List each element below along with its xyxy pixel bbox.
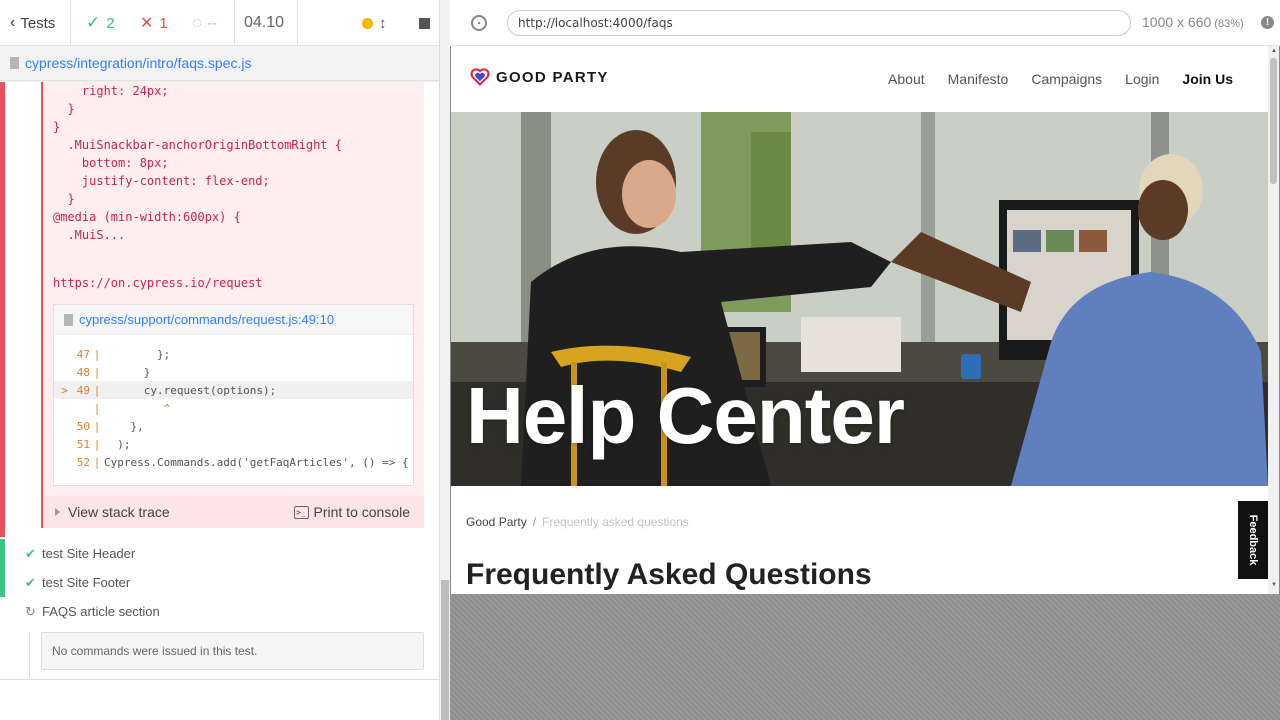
info-icon[interactable]: ! [1261,16,1274,29]
page-title: Frequently Asked Questions [466,558,872,591]
failed-test-indicator [0,82,5,537]
breadcrumb-current: Frequently asked questions [542,515,689,529]
viewport-info[interactable]: 1000 x 660 (83%) [1142,14,1244,30]
hero-banner: Help Center [451,112,1268,486]
code-frame-file-link[interactable]: cypress/support/commands/request.js:49:1… [79,312,334,327]
site-frame: GOOD PARTY About Manifesto Campaigns Log… [451,46,1268,594]
code-lines: 47 | }; 48 | } >49 | cy.request(options); |… [54,345,413,471]
code-line: | ^ [93,401,171,415]
circle-icon: ◌ [192,13,203,32]
auto-scroll-toggle[interactable]: ↕ [379,0,387,46]
site-header: GOOD PARTY About Manifesto Campaigns Log… [451,46,1268,112]
refresh-icon: ↻ [25,603,36,619]
pending-count: ◌ -- [192,13,218,32]
nav-campaigns[interactable]: Campaigns [1031,71,1102,87]
code-line: 47 | }; [76,347,171,361]
app-under-test: http://localhost:4000/faqs 1000 x 660 (83… [450,0,1280,720]
code-frame: cypress/support/commands/request.js:49:1… [53,304,414,486]
caret-right-icon [55,508,60,516]
hero-title: Help Center [466,371,905,460]
scrollbar-thumb[interactable] [441,580,449,720]
docs-link[interactable]: https://on.cypress.io/request [53,276,263,290]
error-message: right: 24px; } } .MuiSnackbar-anchorOrig… [53,84,342,242]
code-frame-header: cypress/support/commands/request.js:49:1… [54,305,413,335]
back-label: Tests [20,14,56,32]
viewport-overflow-area [450,594,1280,720]
spec-path-link[interactable]: cypress/integration/intro/faqs.spec.js [25,55,251,71]
error-actions: View stack trace >_ Print to console [43,496,424,528]
reporter-resize-handle[interactable] [440,0,450,720]
code-line: 51 | ); [76,437,131,451]
reporter-header: ‹ Tests ✓ 2 ✕ 1 ◌ -- 04.10 ↕ [0,0,439,46]
file-icon [64,313,73,326]
passed-count: ✓ 2 [86,13,115,32]
x-icon: ✕ [140,15,154,32]
aut-header: http://localhost:4000/faqs 1000 x 660 (83… [450,0,1280,46]
main-nav: About Manifesto Campaigns Login Join Us [865,71,1233,87]
chevron-left-icon: ‹ [10,14,16,31]
arrows-vertical-icon: ↕ [379,14,387,32]
test-runnables: right: 24px; } } .MuiSnackbar-anchorOrig… [0,82,439,720]
url-field[interactable]: http://localhost:4000/faqs [507,10,1131,36]
test-title: test Site Footer [42,575,131,590]
error-panel: right: 24px; } } .MuiSnackbar-anchorOrig… [41,82,424,528]
no-commands-message: No commands were issued in this test. [41,632,424,670]
code-line: 52 | Cypress.Commands.add('getFaqArticles'… [76,455,409,469]
stop-button[interactable] [419,0,430,46]
stop-icon [419,17,430,29]
scrollbar-thumb[interactable] [1270,58,1277,184]
breadcrumb-home[interactable]: Good Party [466,515,527,529]
scroll-up-icon[interactable]: ▲ [1271,48,1277,54]
check-icon: ✔ [25,574,36,590]
breadcrumb: Good Party / Frequently asked questions [466,515,689,529]
terminal-icon: >_ [293,505,309,519]
heart-logo-icon [470,68,490,86]
status-dot-icon [362,17,373,29]
running-indicator [362,0,373,46]
file-icon [10,57,19,69]
site-scrollbar[interactable]: ▲ ▼ [1268,46,1279,594]
test-item[interactable]: ↻ FAQS article section [0,597,439,626]
test-title: FAQS article section [42,604,160,619]
run-duration: 04.10 [244,14,285,31]
failed-count: ✕ 1 [140,14,168,33]
scroll-down-icon[interactable]: ▼ [1271,582,1277,588]
view-stack-trace-toggle[interactable]: View stack trace [55,504,170,520]
nav-about[interactable]: About [888,71,925,87]
site-logo[interactable]: GOOD PARTY [470,67,609,87]
back-to-tests-button[interactable]: ‹ Tests [10,0,55,46]
spec-file-bar: cypress/integration/intro/faqs.spec.js [0,46,439,81]
nav-login[interactable]: Login [1125,71,1159,87]
cypress-reporter: ‹ Tests ✓ 2 ✕ 1 ◌ -- 04.10 ↕ cypress/int… [0,0,440,720]
print-to-console-button[interactable]: >_ Print to console [293,504,410,520]
test-item[interactable]: ✔ test Site Footer [0,568,439,597]
test-title: test Site Header [42,546,136,561]
code-line-highlighted: >49 | cy.request(options); [54,381,413,399]
check-icon: ✓ [86,13,101,32]
brand-wordmark: GOOD PARTY [496,68,609,86]
code-line: 50 | }, [76,419,144,433]
check-icon: ✔ [25,545,36,561]
feedback-button[interactable]: Feedback [1238,501,1268,579]
nav-manifesto[interactable]: Manifesto [948,71,1009,87]
code-line: 48 | } [76,365,151,379]
selector-playground-icon[interactable] [471,15,487,31]
test-item[interactable]: ✔ test Site Header [0,539,439,568]
nav-join-us[interactable]: Join Us [1182,71,1233,87]
